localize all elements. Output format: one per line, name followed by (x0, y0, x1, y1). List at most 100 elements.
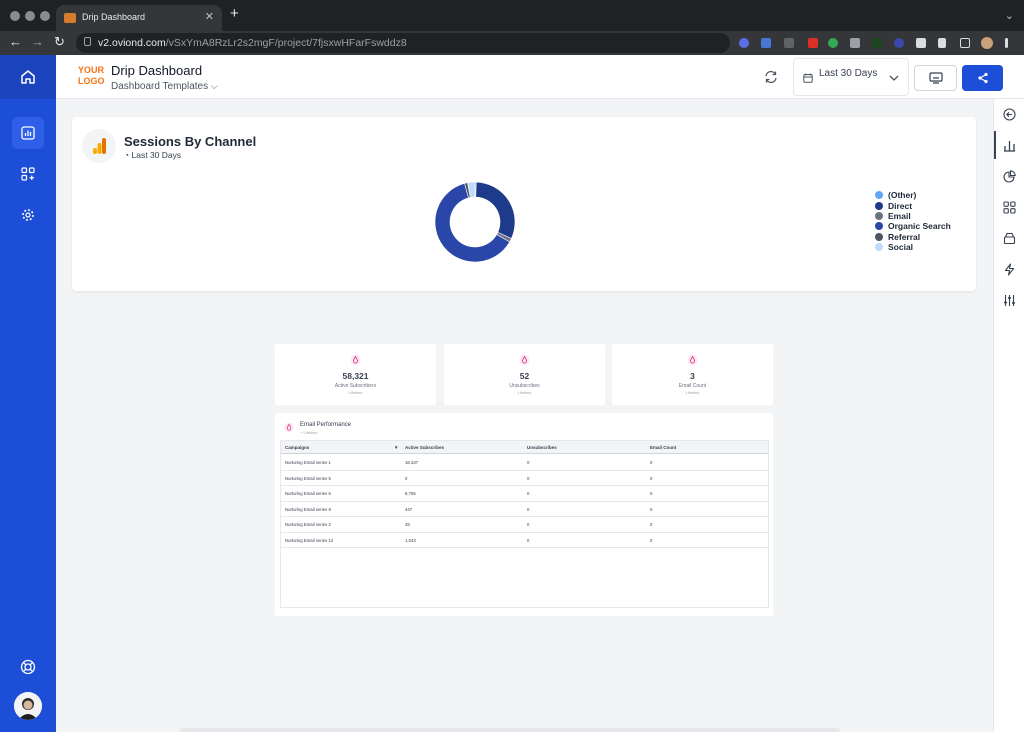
legend-item[interactable]: (Other) (875, 190, 951, 200)
stat-sublabel: Lifetime (685, 390, 700, 395)
date-range-picker[interactable]: Last 30 Days (793, 58, 909, 96)
legend-item[interactable]: Social (875, 242, 951, 252)
table-row[interactable]: Nurturing Email series 5 0 0 0 (281, 471, 768, 486)
card-subtitle: ◔ Last 30 Days (124, 150, 181, 160)
table-row[interactable]: Nurturing Email series 12 1,043 0 0 (281, 533, 768, 548)
tab-close-icon[interactable]: ✕ (205, 10, 214, 23)
stat-label: Email Count (678, 383, 707, 389)
add-widget-button[interactable] (12, 158, 44, 190)
extension-icon[interactable] (894, 38, 904, 48)
kpi-widget-button[interactable] (1002, 200, 1017, 215)
chart-legend: (Other) Direct Email Organic Search Referral… (875, 190, 951, 252)
dashboard-templates-dropdown[interactable]: Dashboard Templates ⌵ (111, 81, 218, 92)
clock-icon: ◔ (124, 150, 130, 160)
table-header: Campaigns ▼ Active Subscribes Unsubscrib… (281, 441, 768, 454)
column-header-unsubscribes[interactable]: Unsubscribes (527, 445, 557, 450)
legend-swatch (875, 201, 883, 210)
unsubscribes-cell: 0 (527, 506, 530, 512)
address-bar[interactable]: v2.oviond.com/vSxYmA8RzLr2s2mgF/project/… (76, 33, 730, 53)
table-row[interactable]: Nurturing Email series 1 18,337 0 0 (281, 455, 768, 471)
legend-item[interactable]: Email (875, 211, 951, 221)
legend-label: Direct (888, 200, 913, 211)
email-count-cell: 0 (650, 475, 653, 481)
browser-titlebar: Drip Dashboard ✕ + ⌄ (0, 0, 1024, 31)
minimize-window-button[interactable] (25, 11, 35, 21)
new-tab-button[interactable]: + (230, 6, 239, 21)
dashboard-header: YOUR LOGO Drip Dashboard Dashboard Templ… (56, 55, 1024, 99)
legend-item[interactable]: Referral (875, 232, 951, 242)
sessions-by-channel-card[interactable]: Sessions By Channel ◔ Last 30 Days (Othe… (72, 117, 976, 291)
legend-label: (Other) (888, 190, 917, 201)
legend-label: Email (888, 210, 911, 221)
stat-card-active-subscribers[interactable]: 58,321 Active Subscribers Lifetime (275, 344, 436, 405)
table-title: Email Performance (300, 422, 352, 428)
sidepanel-icon[interactable] (960, 38, 970, 48)
google-analytics-icon (82, 129, 116, 163)
arrow-left-circle-icon (1003, 108, 1016, 121)
active-subscribes-cell: 447 (405, 506, 413, 512)
extension-icon[interactable] (784, 38, 794, 48)
adjust-settings-button[interactable] (1002, 293, 1017, 308)
legend-item[interactable]: Organic Search (875, 221, 951, 231)
email-count-cell: 0 (650, 506, 653, 512)
reload-button[interactable]: ↻ (54, 35, 65, 49)
drip-icon (687, 354, 698, 366)
unsubscribes-cell: 0 (527, 522, 530, 527)
stat-card-unsubscribes[interactable]: 52 Unsubscribes Lifetime (444, 344, 605, 405)
column-header-campaigns[interactable]: Campaigns (285, 445, 309, 450)
logo-text-top: YOUR (78, 65, 105, 75)
table-widget-button[interactable] (1002, 231, 1017, 246)
forward-button[interactable]: → (31, 35, 44, 49)
browser-tab[interactable]: Drip Dashboard ✕ (56, 5, 222, 31)
drip-icon (350, 354, 361, 366)
download-icon[interactable] (938, 38, 946, 48)
reports-button[interactable] (12, 117, 44, 149)
email-performance-card[interactable]: Email Performance ◔ Lifetime Campaigns ▼… (275, 413, 773, 616)
tab-search-chevron-icon[interactable]: ⌄ (1005, 9, 1014, 22)
user-avatar[interactable] (14, 692, 42, 720)
stat-card-email-count[interactable]: 3 Email Count Lifetime (612, 344, 773, 405)
legend-swatch (875, 232, 883, 241)
browser-menu-icon[interactable] (1005, 38, 1008, 48)
close-window-button[interactable] (10, 11, 20, 21)
refresh-button[interactable] (764, 70, 778, 89)
legend-swatch (875, 191, 883, 200)
pie-chart-widget-button[interactable] (1002, 169, 1017, 184)
stat-label: Active Subscribers (334, 383, 377, 389)
home-button[interactable] (0, 55, 56, 99)
table-row[interactable]: Nurturing Email series 2 45 0 0 (281, 517, 768, 533)
extension-icon[interactable] (739, 38, 749, 48)
home-icon (21, 70, 35, 84)
maximize-window-button[interactable] (40, 11, 50, 21)
lifebuoy-icon (20, 659, 36, 675)
profile-avatar[interactable] (981, 37, 993, 49)
back-button[interactable]: ← (9, 35, 22, 49)
browser-toolbar: ← → ↻ v2.oviond.com/vSxYmA8RzLr2s2mgF/pr… (0, 31, 1024, 55)
chart-icon (21, 126, 35, 140)
campaign-cell: Nurturing Email series 12 (285, 537, 334, 543)
donut-slice-direct[interactable] (475, 181, 516, 239)
legend-item[interactable]: Direct (875, 200, 951, 211)
column-header-email-count[interactable]: Email Count (650, 445, 676, 450)
sort-desc-icon[interactable]: ▼ (394, 445, 398, 450)
grammarly-icon[interactable] (828, 38, 838, 48)
table-row[interactable]: Nurturing Email series 6 8,755 0 0 (281, 486, 768, 502)
camera-icon[interactable] (850, 38, 860, 48)
extension-icon[interactable] (872, 38, 882, 48)
stat-value: 52 (519, 371, 530, 381)
table-row[interactable]: Nurturing Email series 8 447 0 0 (281, 502, 768, 517)
integrations-button[interactable] (1002, 262, 1017, 277)
extension-icon[interactable] (808, 38, 818, 48)
support-button[interactable] (12, 651, 44, 683)
column-header-active-subscribes[interactable]: Active Subscribes (405, 445, 444, 450)
legend-swatch (875, 222, 883, 231)
present-mode-button[interactable] (914, 65, 957, 91)
email-count-cell: 0 (650, 491, 653, 496)
lock-icon (84, 37, 91, 46)
bar-chart-widget-button[interactable] (1002, 138, 1017, 153)
collapse-button[interactable] (1002, 107, 1017, 122)
puzzle-icon[interactable] (916, 38, 926, 48)
share-button[interactable] (962, 65, 1003, 91)
settings-button[interactable] (12, 199, 44, 231)
extension-icon[interactable] (761, 38, 771, 48)
